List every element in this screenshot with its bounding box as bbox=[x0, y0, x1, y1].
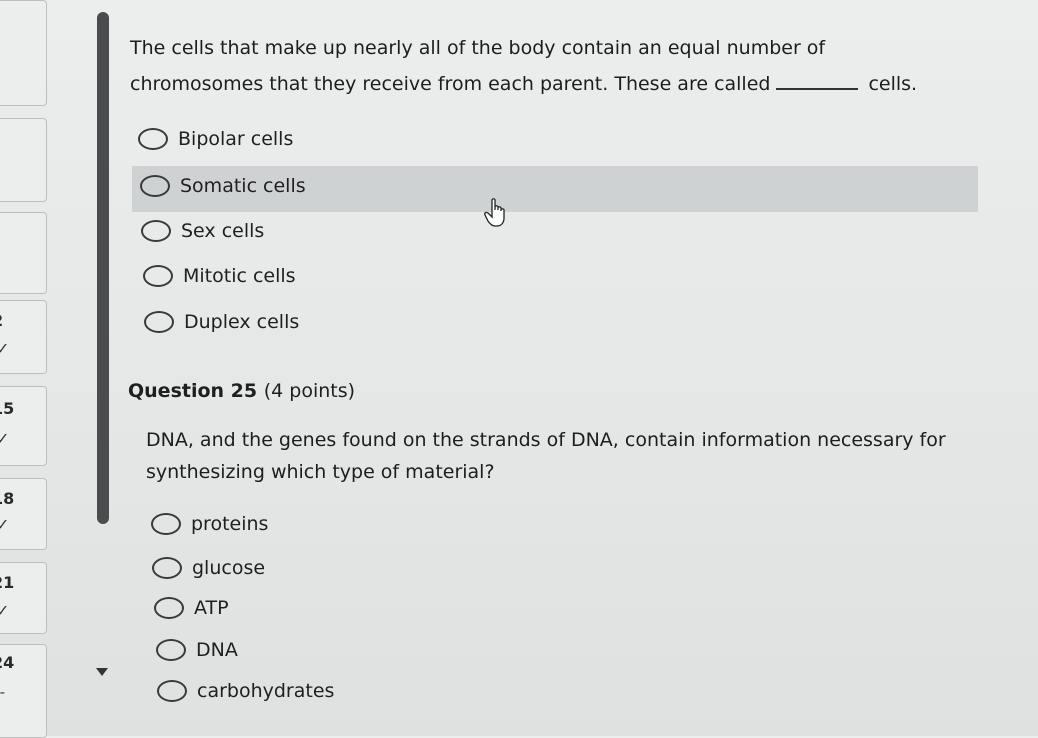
radio-button[interactable] bbox=[157, 680, 187, 702]
option-duplex-cells[interactable]: Duplex cells bbox=[144, 304, 299, 340]
question-nav-item[interactable] bbox=[0, 212, 47, 294]
question-nav-item[interactable] bbox=[0, 118, 47, 202]
option-label: Sex cells bbox=[181, 220, 265, 242]
radio-button[interactable] bbox=[140, 175, 170, 197]
question-title: Question 25 bbox=[128, 380, 258, 402]
question-25-text-line2: synthesizing which type of material? bbox=[146, 461, 495, 483]
question-nav-item-18[interactable]: 18 ✓ bbox=[0, 478, 47, 550]
option-carbohydrates[interactable]: carbohydrates bbox=[157, 673, 334, 709]
question-24-text-line2: chromosomes that they receive from each … bbox=[130, 68, 917, 100]
check-icon: ✓ bbox=[0, 339, 10, 358]
question-nav-item-21[interactable]: 21 ✓ bbox=[0, 562, 47, 634]
question-number: 2 bbox=[0, 311, 3, 330]
check-icon: ✓ bbox=[0, 515, 10, 534]
option-label: Mitotic cells bbox=[183, 265, 296, 287]
radio-button[interactable] bbox=[143, 265, 173, 287]
radio-button[interactable] bbox=[152, 557, 182, 579]
option-label: Somatic cells bbox=[180, 175, 306, 197]
question-number: 15 bbox=[0, 399, 15, 418]
option-glucose[interactable]: glucose bbox=[152, 550, 265, 586]
hand-pointer-cursor-icon bbox=[484, 198, 505, 227]
scrollbar-thumb[interactable] bbox=[97, 12, 109, 524]
question-24-text-before-blank: chromosomes that they receive from each … bbox=[130, 73, 771, 95]
option-label: carbohydrates bbox=[197, 680, 335, 702]
option-label: ATP bbox=[194, 597, 229, 619]
option-label: DNA bbox=[196, 639, 238, 661]
option-proteins[interactable]: proteins bbox=[151, 506, 268, 542]
question-nav-item-24[interactable]: 24 -- bbox=[0, 644, 47, 738]
check-icon: ✓ bbox=[0, 601, 10, 620]
question-nav-item[interactable] bbox=[0, 0, 47, 106]
question-number: 24 bbox=[0, 653, 15, 672]
option-label: glucose bbox=[192, 557, 266, 579]
option-atp[interactable]: ATP bbox=[154, 590, 229, 626]
option-sex-cells[interactable]: Sex cells bbox=[141, 213, 264, 249]
radio-button[interactable] bbox=[144, 311, 174, 333]
question-navigator: 2 ✓ 15 ✓ 18 ✓ 21 ✓ 24 -- bbox=[0, 0, 60, 738]
question-number: 21 bbox=[0, 573, 15, 592]
scroll-down-arrow-icon[interactable] bbox=[96, 668, 108, 676]
radio-button[interactable] bbox=[154, 597, 184, 619]
option-label: proteins bbox=[191, 513, 269, 535]
question-points: (4 points) bbox=[263, 380, 356, 402]
option-bipolar-cells[interactable]: Bipolar cells bbox=[138, 121, 293, 157]
question-number: 18 bbox=[0, 489, 15, 508]
radio-button[interactable] bbox=[151, 513, 181, 535]
option-label: Duplex cells bbox=[184, 311, 300, 333]
radio-button[interactable] bbox=[141, 220, 171, 242]
check-icon: ✓ bbox=[0, 429, 10, 448]
fill-in-blank bbox=[776, 74, 859, 90]
question-24-text-line1: The cells that make up nearly all of the… bbox=[130, 37, 826, 59]
question-nav-item-2[interactable]: 2 ✓ bbox=[0, 300, 47, 374]
question-24-text-after-blank: cells. bbox=[868, 73, 918, 95]
radio-button[interactable] bbox=[156, 639, 186, 661]
question-nav-item-15[interactable]: 15 ✓ bbox=[0, 386, 47, 466]
question-25-heading: Question 25 (4 points) bbox=[128, 380, 355, 402]
radio-button[interactable] bbox=[138, 128, 168, 150]
option-mitotic-cells[interactable]: Mitotic cells bbox=[143, 258, 296, 294]
option-label: Bipolar cells bbox=[178, 128, 294, 150]
option-somatic-cells[interactable]: Somatic cells bbox=[140, 168, 306, 204]
unanswered-indicator: -- bbox=[0, 685, 5, 701]
question-25-text-line1: DNA, and the genes found on the strands … bbox=[146, 429, 946, 451]
option-dna[interactable]: DNA bbox=[156, 632, 238, 668]
